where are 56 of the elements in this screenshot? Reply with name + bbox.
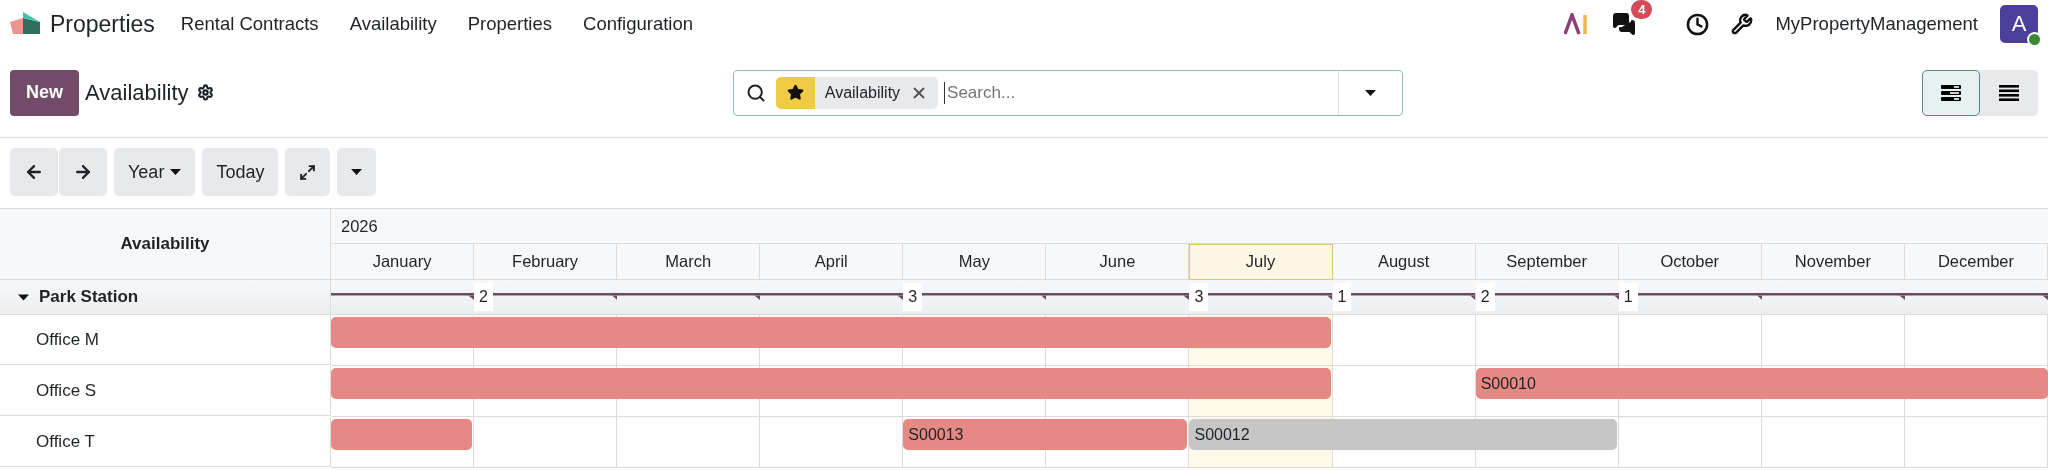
menu-item[interactable]: Rental Contracts	[180, 13, 319, 35]
menu-item[interactable]: Properties	[467, 13, 552, 35]
booking-count: 3	[1189, 283, 1209, 311]
booking-bar[interactable]: S00013	[903, 419, 1188, 450]
star-icon	[786, 84, 804, 101]
year-header: 2026	[331, 209, 2048, 244]
chat-icon[interactable]	[1612, 12, 1637, 36]
month-header: July	[1189, 244, 1333, 280]
new-button[interactable]: New	[10, 69, 79, 116]
month-header: September	[1475, 244, 1619, 280]
user-avatar[interactable]: A	[2000, 5, 2038, 43]
app-brand[interactable]: Properties	[50, 10, 155, 38]
menu-item[interactable]: Configuration	[583, 13, 694, 35]
booking-count: 2	[474, 283, 493, 311]
notification-badge: 4	[1631, 0, 1653, 19]
booking-count: 3	[903, 283, 923, 311]
clock-icon[interactable]	[1686, 12, 1710, 36]
expand-icon	[299, 163, 317, 181]
next-button[interactable]	[59, 148, 107, 196]
row-label: Office S	[0, 366, 331, 416]
month-header: November	[1761, 244, 1905, 280]
caret-icon	[1364, 89, 1376, 96]
group-header[interactable]: Park Station	[0, 280, 331, 315]
group-name: Park Station	[39, 287, 139, 307]
expand-button[interactable]	[285, 148, 331, 196]
list-icon	[1999, 84, 2019, 101]
month-header: December	[1904, 244, 2048, 280]
booking-bar[interactable]: S00010	[1475, 368, 2048, 399]
row-label: Office T	[0, 417, 331, 467]
tools-icon[interactable]	[1731, 13, 1754, 35]
previous-button[interactable]	[10, 148, 58, 196]
month-header: June	[1046, 244, 1190, 280]
page-title: Availability	[85, 79, 189, 106]
booking-bar[interactable]: S00012	[1189, 419, 1617, 450]
search-field[interactable]: Availability Search...	[732, 69, 1403, 116]
month-header: October	[1618, 244, 1762, 280]
app-logo-icon	[10, 12, 40, 36]
today-button[interactable]: Today	[202, 148, 279, 196]
company-name[interactable]: MyPropertyManagement	[1775, 13, 1978, 35]
settings-icon[interactable]	[196, 84, 214, 101]
gantt-icon	[1941, 84, 1961, 101]
caret-icon	[351, 169, 363, 175]
search-icon	[745, 82, 766, 103]
caret-icon	[170, 169, 182, 175]
month-header: March	[617, 244, 761, 280]
month-header: February	[474, 244, 618, 280]
row-label: Office M	[0, 315, 331, 365]
month-header: August	[1332, 244, 1476, 280]
month-header: May	[903, 244, 1047, 280]
column-header: Availability	[0, 209, 331, 280]
month-header: April	[760, 244, 904, 280]
menu-item[interactable]: Availability	[349, 13, 437, 35]
gantt-view-button[interactable]	[1922, 69, 1980, 116]
period-dropdown[interactable]: Year	[114, 148, 196, 196]
facet-label: Availability	[823, 83, 902, 102]
month-header: January	[331, 244, 475, 280]
